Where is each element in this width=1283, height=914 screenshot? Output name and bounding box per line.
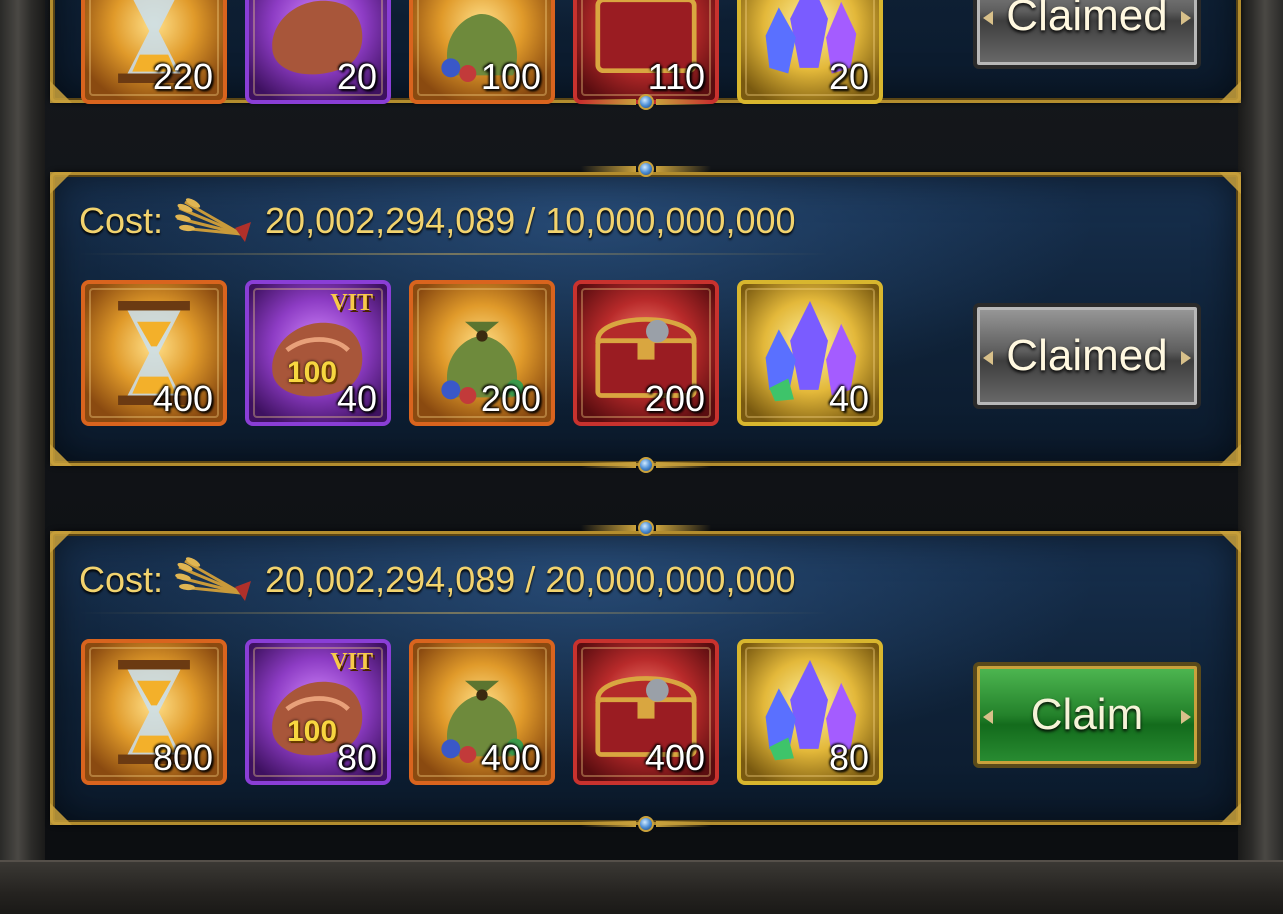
item-quantity: 800 (152, 737, 213, 778)
item-quantity: 400 (152, 378, 213, 419)
cost-label: Cost: (79, 559, 164, 600)
reward-item[interactable]: 100 (409, 0, 555, 104)
panel-ornament (580, 457, 711, 473)
item-quantity: 40 (336, 378, 377, 419)
claim-button[interactable]: Claim (973, 662, 1201, 768)
cost-row: Cost: 20,002,294,089 / 10,000,000,000 (79, 198, 829, 255)
reward-item[interactable]: 100 20 (245, 0, 391, 104)
reward-item[interactable]: 800 (81, 639, 227, 785)
claimed-button[interactable]: Claimed (973, 303, 1201, 409)
item-quantity: 400 (644, 737, 705, 778)
reward-item[interactable]: 40 (737, 280, 883, 426)
reward-item-row: 800 VIT 100 80 400 400 80 (81, 639, 883, 785)
bottom-frame (0, 860, 1283, 914)
reward-tier-panel: Cost: 20,002,294,089 / 20,000,000,000 80… (50, 520, 1241, 832)
reward-item[interactable]: 80 (737, 639, 883, 785)
reward-item[interactable]: 400 (81, 280, 227, 426)
panel-ornament (580, 816, 711, 832)
item-quantity: 100 (480, 56, 541, 97)
item-quantity: 40 (828, 378, 869, 419)
reward-item[interactable]: VIT 100 40 (245, 280, 391, 426)
reward-tier-panel: Cost: 20,002,294,089 / 10,000,000,000 40… (50, 161, 1241, 473)
cost-label: Cost: (79, 200, 164, 241)
cost-value: 20,002,294,089 / 10,000,000,000 (265, 200, 796, 241)
item-quantity: 110 (647, 56, 705, 97)
claimed-button[interactable]: Claimed (973, 0, 1201, 69)
wheat-icon (175, 198, 252, 242)
vit-tag: VIT (330, 649, 373, 675)
reward-item[interactable]: 200 (409, 280, 555, 426)
right-pillar (1238, 0, 1283, 914)
left-pillar (0, 0, 45, 914)
item-quantity: 80 (336, 737, 377, 778)
vit-amount-badge: 100 (287, 356, 338, 389)
item-quantity: 20 (336, 56, 377, 97)
item-quantity: 400 (480, 737, 541, 778)
vit-tag: VIT (330, 290, 373, 316)
cost-value: 20,002,294,089 / 20,000,000,000 (265, 559, 796, 600)
reward-item[interactable]: 110 (573, 0, 719, 104)
reward-item-row: 400 VIT 100 40 200 200 40 (81, 280, 883, 426)
reward-item[interactable]: 400 (409, 639, 555, 785)
button-label: Claimed (1006, 0, 1168, 40)
panel-ornament (580, 161, 711, 177)
reward-tier-panel: 220 100 20 100 110 20 Claimed (50, 0, 1241, 110)
item-quantity: 20 (828, 56, 869, 97)
item-quantity: 200 (480, 378, 541, 419)
button-label: Claim (1030, 690, 1144, 739)
reward-item[interactable]: 400 (573, 639, 719, 785)
reward-item-row: 220 100 20 100 110 20 (81, 0, 883, 104)
reward-item[interactable]: VIT 100 80 (245, 639, 391, 785)
panel-ornament (580, 94, 711, 110)
button-label: Claimed (1006, 331, 1168, 380)
item-quantity: 80 (828, 737, 869, 778)
reward-item[interactable]: 220 (81, 0, 227, 104)
wheat-icon (175, 557, 252, 601)
reward-item[interactable]: 20 (737, 0, 883, 104)
cost-row: Cost: 20,002,294,089 / 20,000,000,000 (79, 557, 829, 614)
panel-ornament (580, 520, 711, 536)
item-quantity: 220 (152, 56, 213, 97)
reward-item[interactable]: 200 (573, 280, 719, 426)
item-quantity: 200 (644, 378, 705, 419)
vit-amount-badge: 100 (287, 715, 338, 748)
